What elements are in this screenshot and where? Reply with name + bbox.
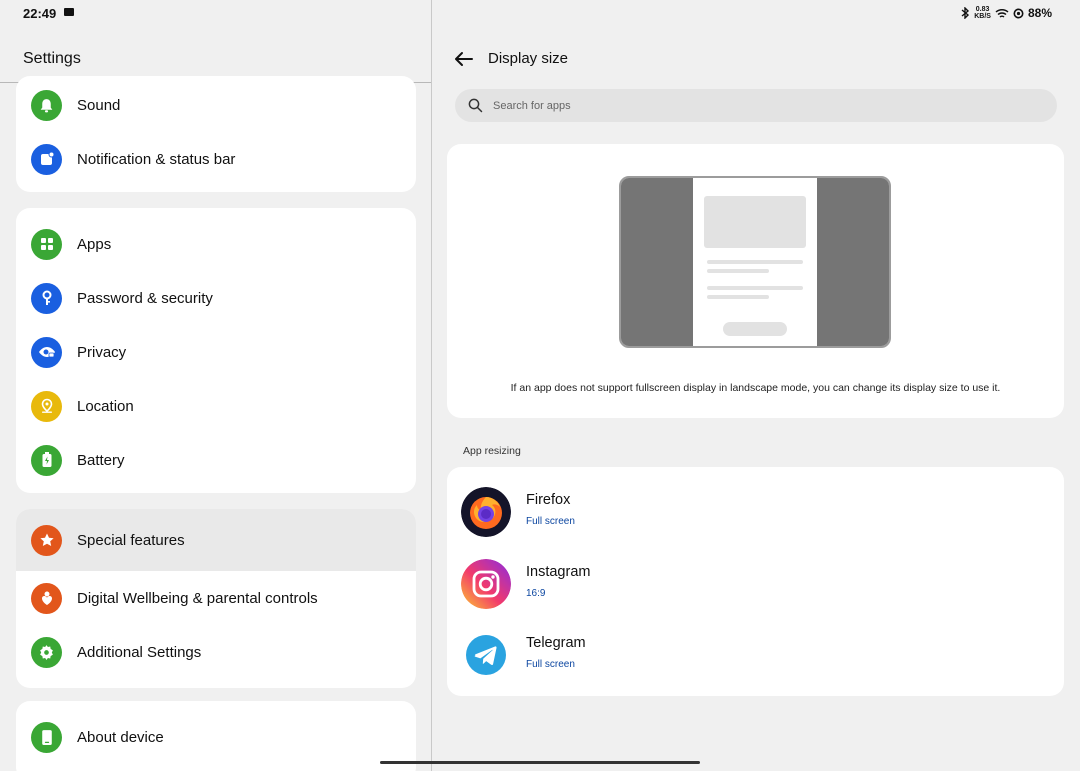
sidebar-item-special-features[interactable]: Special features xyxy=(16,509,416,571)
network-speed-unit: KB/S xyxy=(974,13,991,20)
placeholder-line xyxy=(707,269,769,273)
sidebar-item-apps[interactable]: Apps xyxy=(16,217,416,271)
settings-card-about: About device xyxy=(16,701,416,771)
app-name: Firefox xyxy=(526,492,571,508)
app-display-mode: Full screen xyxy=(526,516,575,527)
sidebar-item-sound[interactable]: Sound xyxy=(16,78,416,132)
page-title: Settings xyxy=(23,50,81,67)
star-icon xyxy=(31,524,62,556)
placeholder-line xyxy=(707,286,803,290)
sidebar-item-privacy[interactable]: Privacy xyxy=(16,325,416,379)
mail-icon xyxy=(64,8,74,16)
placeholder-line xyxy=(707,295,769,299)
status-icons: 0.83 KB/S 88% xyxy=(961,6,1052,20)
key-icon xyxy=(31,282,62,314)
sidebar-item-digital-wellbeing[interactable]: Digital Wellbeing & parental controls xyxy=(16,571,416,625)
app-row-firefox[interactable]: Firefox Full screen xyxy=(447,483,1064,547)
letterbox-left xyxy=(621,178,693,346)
notification-icon xyxy=(31,143,62,175)
illustration-caption: If an app does not support fullscreen di… xyxy=(510,382,1001,394)
instagram-icon xyxy=(461,559,511,609)
status-time: 22:49 xyxy=(23,6,57,21)
bell-icon xyxy=(31,89,62,121)
placeholder-image xyxy=(704,196,806,248)
network-speed-value: 0.83 xyxy=(975,6,990,13)
app-row-telegram[interactable]: Telegram Full screen xyxy=(447,626,1064,690)
settings-card-features: Special features Digital Wellbeing & par… xyxy=(16,509,416,688)
location-icon xyxy=(31,390,62,422)
display-size-illustration xyxy=(619,176,891,348)
phone-icon xyxy=(31,721,62,753)
search-input[interactable] xyxy=(493,89,1033,122)
placeholder-button xyxy=(723,322,787,336)
page-title: Display size xyxy=(488,50,569,67)
section-label: App resizing xyxy=(463,445,521,457)
apps-grid-icon xyxy=(31,228,62,260)
settings-card-apps: Apps Password & security Privacy Locatio… xyxy=(16,208,416,493)
bluetooth-icon xyxy=(961,7,970,19)
letterbox-right xyxy=(817,178,889,346)
app-display-mode: Full screen xyxy=(526,659,575,670)
telegram-icon xyxy=(466,635,506,675)
app-list: Firefox Full screen Instagram 16:9 Teleg… xyxy=(447,467,1064,696)
battery-percent: 88% xyxy=(1027,6,1052,20)
sidebar-item-label: Sound xyxy=(77,96,121,114)
sidebar-item-label: Password & security xyxy=(77,289,213,307)
sidebar-item-label: Location xyxy=(77,397,134,415)
app-name: Telegram xyxy=(526,635,586,651)
firefox-icon xyxy=(461,487,511,537)
network-speed: 0.83 KB/S xyxy=(974,6,991,20)
eye-lock-icon xyxy=(31,336,62,368)
gear-icon xyxy=(31,636,62,668)
heart-person-icon xyxy=(31,582,62,614)
battery-icon xyxy=(31,444,62,476)
sidebar-item-about-device[interactable]: About device xyxy=(16,710,416,764)
sidebar-item-label: Digital Wellbeing & parental controls xyxy=(77,589,318,607)
app-display-mode: 16:9 xyxy=(526,588,546,599)
search-icon xyxy=(468,98,483,113)
sidebar-item-additional-settings[interactable]: Additional Settings xyxy=(16,625,416,679)
sidebar-item-label: Apps xyxy=(77,235,112,253)
sidebar-item-label: About device xyxy=(77,728,164,746)
search-bar[interactable] xyxy=(455,89,1057,122)
battery-saver-icon xyxy=(1013,8,1024,18)
sidebar-item-label: Privacy xyxy=(77,343,127,361)
settings-pane: 22:49 Settings Sound Notification & stat… xyxy=(0,0,431,771)
illustration-card: If an app does not support fullscreen di… xyxy=(447,144,1064,418)
app-name: Instagram xyxy=(526,564,591,580)
sidebar-item-label: Special features xyxy=(77,531,185,549)
sidebar-item-label: Notification & status bar xyxy=(77,150,236,168)
app-row-instagram[interactable]: Instagram 16:9 xyxy=(447,555,1064,619)
placeholder-line xyxy=(707,260,803,264)
back-arrow-icon[interactable] xyxy=(452,48,474,70)
sidebar-item-label: Battery xyxy=(77,451,125,469)
sidebar-item-password-security[interactable]: Password & security xyxy=(16,271,416,325)
wifi-icon xyxy=(995,8,1009,18)
sidebar-item-notification[interactable]: Notification & status bar xyxy=(16,132,416,186)
home-indicator[interactable] xyxy=(380,761,700,764)
settings-card-sound: Sound Notification & status bar xyxy=(16,76,416,192)
sidebar-item-location[interactable]: Location xyxy=(16,379,416,433)
sidebar-item-battery[interactable]: Battery xyxy=(16,433,416,487)
sidebar-item-label: Additional Settings xyxy=(77,643,202,661)
display-size-pane: 0.83KB/S 88% Display size If an app does… xyxy=(432,0,1080,771)
